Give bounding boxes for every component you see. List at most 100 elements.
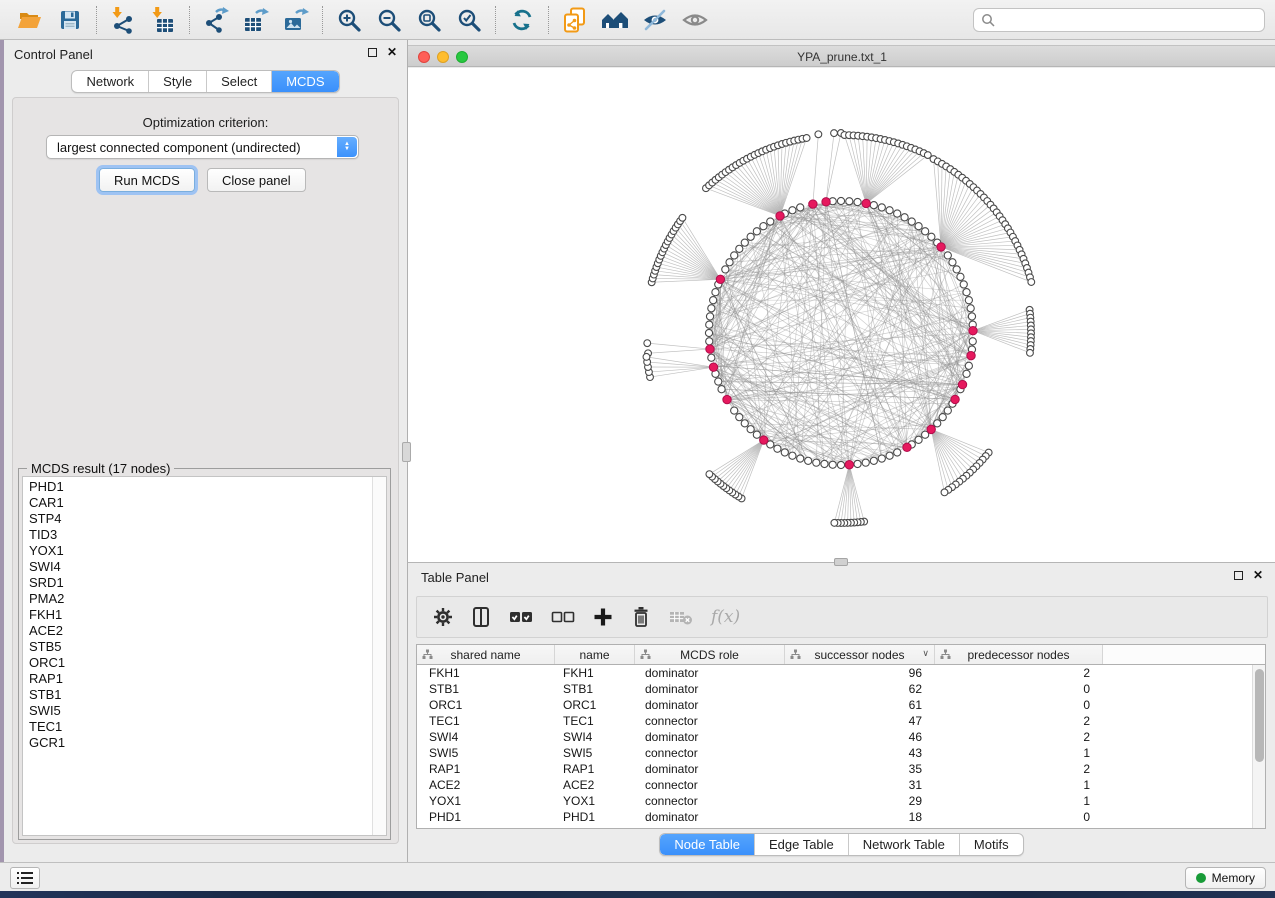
search-input[interactable] xyxy=(1000,13,1257,27)
mcds-result-item[interactable]: FKH1 xyxy=(29,607,372,623)
mcds-node[interactable] xyxy=(776,212,784,220)
table-row[interactable]: FKH1FKH1dominator962 xyxy=(417,665,1252,681)
network-node[interactable] xyxy=(741,239,748,246)
search-field[interactable] xyxy=(973,8,1265,32)
tab-edge-table[interactable]: Edge Table xyxy=(755,834,849,855)
table-cell[interactable]: FKH1 xyxy=(417,665,555,681)
network-node[interactable] xyxy=(922,228,929,235)
mcds-result-item[interactable]: STB5 xyxy=(29,639,372,655)
table-cell[interactable]: connector xyxy=(635,745,785,761)
network-node[interactable] xyxy=(870,202,877,209)
sort-caret-icon[interactable]: ∨ xyxy=(922,648,929,659)
network-node[interactable] xyxy=(837,197,844,204)
column-header-predecessor-nodes[interactable]: predecessor nodes xyxy=(935,645,1103,664)
network-node[interactable] xyxy=(706,471,713,478)
table-cell[interactable]: 46 xyxy=(785,729,935,745)
network-node[interactable] xyxy=(831,130,838,137)
export-network-icon[interactable] xyxy=(196,4,236,36)
network-node[interactable] xyxy=(706,313,713,320)
table-cell[interactable]: 62 xyxy=(785,681,935,697)
run-mcds-button[interactable]: Run MCDS xyxy=(99,168,195,192)
network-node[interactable] xyxy=(957,273,964,280)
table-cell[interactable]: connector xyxy=(635,793,785,809)
table-cell[interactable]: 1 xyxy=(935,745,1103,761)
network-node[interactable] xyxy=(854,460,861,467)
column-header-MCDS-role[interactable]: MCDS role xyxy=(635,645,785,664)
network-node[interactable] xyxy=(870,457,877,464)
table-cell[interactable]: PHD1 xyxy=(417,809,555,825)
table-cell[interactable]: 29 xyxy=(785,793,935,809)
table-cell[interactable]: dominator xyxy=(635,697,785,713)
network-node[interactable] xyxy=(894,210,901,217)
table-row[interactable]: SWI5SWI5connector431 xyxy=(417,745,1252,761)
network-node[interactable] xyxy=(886,452,893,459)
network-node[interactable] xyxy=(915,223,922,230)
network-node[interactable] xyxy=(894,449,901,456)
network-node[interactable] xyxy=(753,228,760,235)
network-node[interactable] xyxy=(706,321,713,328)
network-node[interactable] xyxy=(718,386,725,393)
table-row[interactable]: PHD1PHD1dominator180 xyxy=(417,809,1252,825)
network-node[interactable] xyxy=(747,426,754,433)
network-node[interactable] xyxy=(710,297,717,304)
network-node[interactable] xyxy=(944,252,951,259)
table-cell[interactable]: 61 xyxy=(785,697,935,713)
table-row[interactable]: RAP1RAP1dominator352 xyxy=(417,761,1252,777)
mcds-result-item[interactable]: PHD1 xyxy=(29,479,372,495)
table-cell[interactable]: 2 xyxy=(935,713,1103,729)
table-cell[interactable]: RAP1 xyxy=(417,761,555,777)
network-node[interactable] xyxy=(708,305,715,312)
table-cell[interactable]: SWI5 xyxy=(555,745,635,761)
network-node[interactable] xyxy=(760,223,767,230)
mcds-result-item[interactable]: SRD1 xyxy=(29,575,372,591)
tab-network-table[interactable]: Network Table xyxy=(849,834,960,855)
network-node[interactable] xyxy=(837,461,844,468)
mcds-result-item[interactable]: CAR1 xyxy=(29,495,372,511)
network-node[interactable] xyxy=(953,266,960,273)
network-node[interactable] xyxy=(829,461,836,468)
network-node[interactable] xyxy=(1027,349,1034,356)
memory-button[interactable]: Memory xyxy=(1185,867,1266,889)
table-cell[interactable]: TEC1 xyxy=(555,713,635,729)
tab-mcds[interactable]: MCDS xyxy=(272,71,338,92)
table-cell[interactable]: 0 xyxy=(935,681,1103,697)
table-cell[interactable]: 96 xyxy=(785,665,935,681)
mcds-node[interactable] xyxy=(716,275,724,283)
network-node[interactable] xyxy=(706,338,713,345)
table-cell[interactable]: 0 xyxy=(935,697,1103,713)
result-list-scrollbar[interactable] xyxy=(372,477,386,835)
save-session-icon[interactable] xyxy=(50,4,90,36)
mcds-node[interactable] xyxy=(845,461,853,469)
column-header-successor-nodes[interactable]: successor nodes∨ xyxy=(785,645,935,664)
mcds-node[interactable] xyxy=(969,326,977,334)
mcds-result-item[interactable]: SWI4 xyxy=(29,559,372,575)
table-scrollbar[interactable] xyxy=(1252,665,1265,828)
network-canvas[interactable] xyxy=(408,68,1275,562)
network-node[interactable] xyxy=(803,135,810,142)
mcds-node[interactable] xyxy=(809,200,817,208)
close-panel-icon[interactable]: ✕ xyxy=(1253,570,1263,581)
network-node[interactable] xyxy=(963,370,970,377)
first-neighbors-icon[interactable] xyxy=(595,4,635,36)
table-cell[interactable]: 0 xyxy=(935,809,1103,825)
open-file-icon[interactable] xyxy=(10,4,50,36)
zoom-fit-icon[interactable] xyxy=(409,4,449,36)
table-row[interactable]: YOX1YOX1connector291 xyxy=(417,793,1252,809)
network-node[interactable] xyxy=(821,460,828,467)
network-node[interactable] xyxy=(960,281,967,288)
mcds-node[interactable] xyxy=(951,395,959,403)
network-node[interactable] xyxy=(944,407,951,414)
network-node[interactable] xyxy=(878,455,885,462)
network-node[interactable] xyxy=(846,198,853,205)
mcds-node[interactable] xyxy=(927,425,935,433)
network-node[interactable] xyxy=(831,519,838,526)
network-node[interactable] xyxy=(969,338,976,345)
network-node[interactable] xyxy=(941,489,948,496)
column-header-shared-name[interactable]: shared name xyxy=(417,645,555,664)
table-cell[interactable]: 2 xyxy=(935,665,1103,681)
column-header-name[interactable]: name xyxy=(555,645,635,664)
network-node[interactable] xyxy=(805,457,812,464)
network-node[interactable] xyxy=(854,198,861,205)
add-column-icon[interactable] xyxy=(593,603,613,631)
network-node[interactable] xyxy=(963,289,970,296)
